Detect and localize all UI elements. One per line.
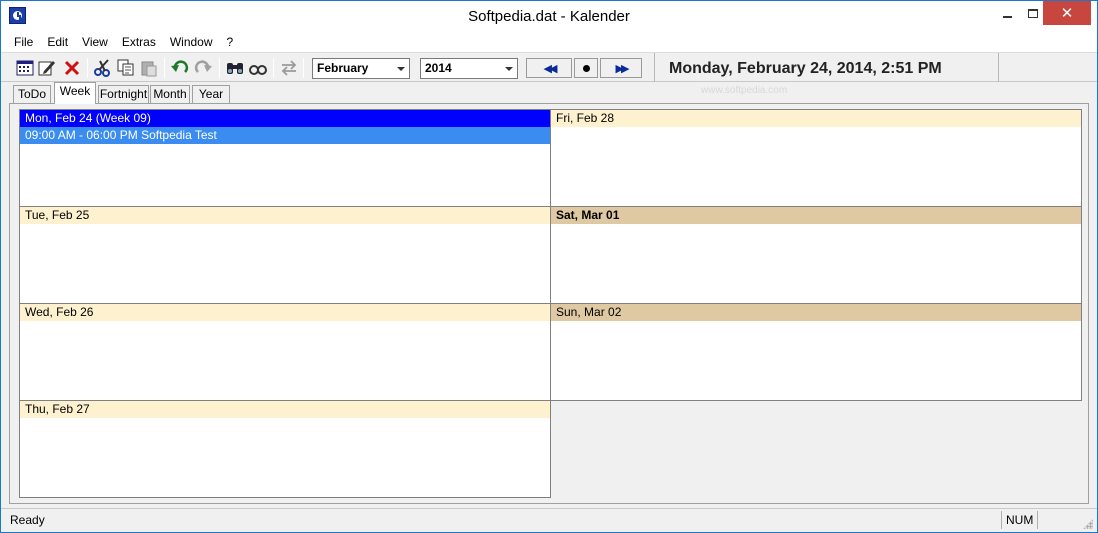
previous-button[interactable]: ◀◀ xyxy=(526,58,572,78)
app-window: Softpedia.dat - Kalender ✕ File Edit Vie… xyxy=(0,0,1098,533)
window-title: Softpedia.dat - Kalender xyxy=(468,8,630,25)
day-cell-sun[interactable]: Sun, Mar 02 xyxy=(550,303,1082,401)
menu-file[interactable]: File xyxy=(7,32,40,52)
year-select-value: 2014 xyxy=(425,61,452,75)
toolbar-divider xyxy=(654,53,655,82)
menu-bar: File Edit View Extras Window ? xyxy=(1,32,1097,52)
cut-icon[interactable] xyxy=(94,59,112,77)
toolbar-separator xyxy=(87,58,88,78)
find-next-icon[interactable] xyxy=(249,59,267,77)
resize-grip-icon[interactable] xyxy=(1083,519,1093,529)
fast-forward-icon: ▶▶ xyxy=(615,62,630,75)
delete-icon[interactable] xyxy=(63,59,81,77)
today-dot-icon xyxy=(582,64,590,72)
week-calendar: Mon, Feb 24 (Week 09) 09:00 AM - 06:00 P… xyxy=(9,103,1089,504)
rewind-icon: ◀◀ xyxy=(543,62,558,75)
find-icon[interactable] xyxy=(226,59,244,77)
watermark: www.softpedia.com xyxy=(701,85,788,96)
day-header[interactable]: Tue, Feb 25 xyxy=(20,207,550,224)
day-header[interactable]: Wed, Feb 26 xyxy=(20,304,550,321)
day-header[interactable]: Fri, Feb 28 xyxy=(551,110,1081,127)
current-datetime: Monday, February 24, 2014, 2:51 PM xyxy=(669,60,942,77)
toolbar-separator xyxy=(273,58,274,78)
swap-icon[interactable] xyxy=(280,59,298,77)
day-cell-fri[interactable]: Fri, Feb 28 xyxy=(550,109,1082,207)
tab-month[interactable]: Month xyxy=(150,85,190,104)
toolbar-separator xyxy=(303,58,304,78)
num-lock-indicator: NUM xyxy=(1001,511,1037,529)
tab-fortnight[interactable]: Fortnight xyxy=(98,85,149,104)
chevron-down-icon[interactable] xyxy=(501,59,517,78)
day-header[interactable]: Thu, Feb 27 xyxy=(20,401,550,418)
day-header[interactable]: Mon, Feb 24 (Week 09) xyxy=(20,110,550,127)
maximize-icon xyxy=(1027,8,1038,18)
day-cell-thu[interactable]: Thu, Feb 27 xyxy=(19,400,551,498)
year-select[interactable]: 2014 xyxy=(420,58,518,79)
tab-todo[interactable]: ToDo xyxy=(13,85,51,104)
day-cell-tue[interactable]: Tue, Feb 25 xyxy=(19,206,551,304)
paste-icon[interactable] xyxy=(140,59,158,77)
menu-window[interactable]: Window xyxy=(163,32,220,52)
chevron-down-icon[interactable] xyxy=(393,59,409,78)
calendar-event[interactable]: 09:00 AM - 06:00 PM Softpedia Test xyxy=(20,127,550,144)
toolbar-separator xyxy=(164,58,165,78)
month-select[interactable]: February xyxy=(312,58,410,79)
redo-icon[interactable] xyxy=(194,59,212,77)
menu-extras[interactable]: Extras xyxy=(115,32,163,52)
day-header[interactable]: Sun, Mar 02 xyxy=(551,304,1081,321)
status-pane xyxy=(1037,511,1071,529)
day-cell-sat[interactable]: Sat, Mar 01 xyxy=(550,206,1082,304)
month-select-value: February xyxy=(317,61,369,75)
toolbar: February 2014 ◀◀ ▶▶ Monday, February 24,… xyxy=(1,52,1097,82)
toolbar-divider xyxy=(998,53,999,82)
minimize-icon xyxy=(1003,16,1012,18)
menu-edit[interactable]: Edit xyxy=(40,32,75,52)
tab-year[interactable]: Year xyxy=(192,85,230,104)
close-button[interactable]: ✕ xyxy=(1043,1,1091,25)
edit-icon[interactable] xyxy=(38,59,56,77)
menu-view[interactable]: View xyxy=(75,32,115,52)
toolbar-separator xyxy=(219,58,220,78)
day-cell-wed[interactable]: Wed, Feb 26 xyxy=(19,303,551,401)
tab-week[interactable]: Week xyxy=(54,82,96,104)
close-icon: ✕ xyxy=(1060,5,1074,22)
view-tabs: ToDo Week Fortnight Month Year www.softp… xyxy=(1,82,1097,104)
copy-icon[interactable] xyxy=(117,59,135,77)
day-header[interactable]: Sat, Mar 01 xyxy=(551,207,1081,224)
next-button[interactable]: ▶▶ xyxy=(600,58,642,78)
undo-icon[interactable] xyxy=(171,59,189,77)
menu-help[interactable]: ? xyxy=(220,32,241,52)
day-cell-mon[interactable]: Mon, Feb 24 (Week 09) 09:00 AM - 06:00 P… xyxy=(19,109,551,207)
status-text: Ready xyxy=(10,513,45,527)
today-button[interactable] xyxy=(574,58,598,78)
calendar-view-icon[interactable] xyxy=(16,59,34,77)
title-bar: Softpedia.dat - Kalender ✕ xyxy=(1,1,1097,32)
status-bar: Ready NUM xyxy=(1,508,1097,532)
